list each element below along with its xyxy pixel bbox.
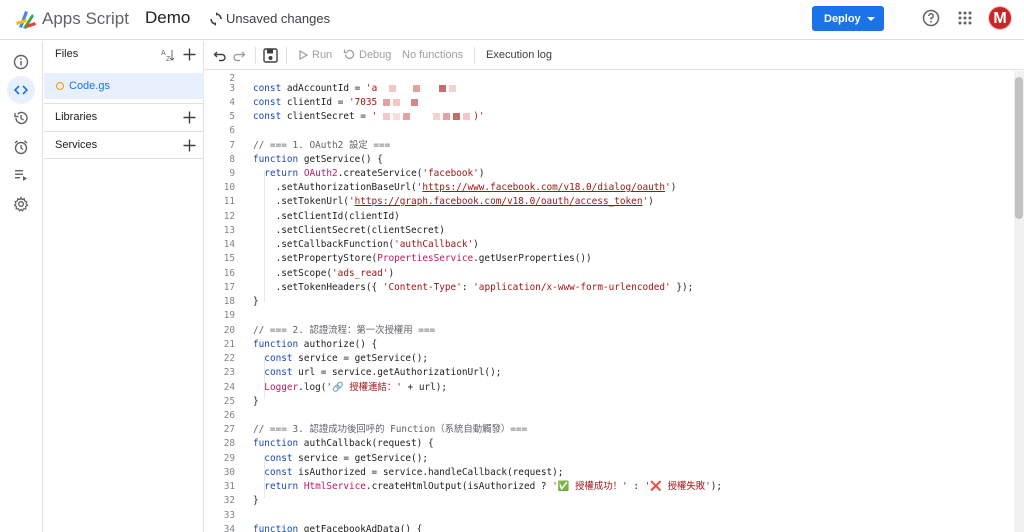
code-line: 12 .setClientId(clientId) [223, 211, 400, 222]
code-icon [13, 85, 29, 95]
services-section-header[interactable]: Services [44, 132, 204, 160]
code-line: 24 Logger.log('🔗 授權連結：' + url); [223, 382, 448, 393]
sort-az-icon[interactable]: A Z [161, 48, 175, 62]
function-select[interactable]: No functions [402, 49, 463, 61]
editor-toolbar: Run Debug No functions Execution log [205, 41, 1024, 70]
code-line: 4 const clientId = '7035 [205, 96, 1014, 110]
code-line: 17 .setTokenHeaders({ 'Content-Type': 'a… [223, 282, 694, 293]
editor-scrollbar[interactable] [1014, 71, 1024, 532]
files-title: Files [55, 48, 79, 60]
code-line: 7// === 1. OAuth2 設定 === [229, 140, 391, 151]
toolbar-separator [474, 47, 475, 64]
files-section-header: Files A Z [44, 41, 204, 69]
apps-script-logo-icon[interactable] [13, 7, 39, 33]
alarm-icon [14, 140, 28, 155]
code-line: 29 const service = getService(); [223, 453, 428, 464]
run-icon[interactable] [298, 50, 308, 60]
rail-item-triggers[interactable] [7, 133, 35, 161]
code-line: 25} [223, 396, 259, 407]
app-header: Apps Script Demo Unsaved changes Deploy … [0, 0, 1024, 40]
code-line: 19 [223, 310, 235, 321]
rail-item-executions[interactable] [7, 161, 35, 189]
add-library-plus-icon[interactable] [183, 111, 196, 124]
libraries-section-header[interactable]: Libraries [44, 104, 204, 132]
code-line: 6 [229, 125, 235, 136]
debug-button[interactable]: Debug [359, 49, 391, 61]
undo-icon[interactable] [213, 48, 227, 62]
code-line: 9 return OAuth2.createService('facebook'… [229, 168, 485, 179]
rail-item-editor[interactable] [7, 76, 35, 104]
code-line: 15 .setPropertyStore(PropertiesService.g… [223, 253, 592, 264]
code-line: 23 const url = service.getAuthorizationU… [223, 367, 502, 378]
chevron-down-icon [867, 17, 875, 21]
code-line: 11 .setTokenUrl('https://graph.facebook.… [223, 196, 654, 207]
toolbar-separator [286, 47, 287, 64]
add-file-plus-icon[interactable] [183, 48, 196, 61]
code-editor[interactable]: 2 3 const adAccountId = 'a 4 const clientI… [205, 71, 1014, 532]
code-line: 16 .setScope('ads_read') [223, 268, 395, 279]
rail-item-history[interactable] [7, 104, 35, 132]
execution-log-button[interactable]: Execution log [486, 49, 552, 61]
code-line: 22 const service = getService(); [223, 353, 428, 364]
help-icon[interactable] [922, 9, 940, 27]
divider [44, 158, 204, 159]
redo-icon[interactable] [232, 48, 246, 62]
services-title: Services [55, 139, 98, 151]
rail-item-settings[interactable] [7, 190, 35, 218]
run-button[interactable]: Run [312, 49, 332, 61]
save-icon[interactable] [263, 48, 278, 63]
toolbar-separator [255, 47, 256, 64]
project-title[interactable]: Demo [145, 7, 190, 29]
google-apps-icon[interactable] [958, 11, 972, 25]
code-line: 18} [223, 296, 259, 307]
code-line: 28 function authCallback(request) { [223, 438, 434, 449]
executions-icon [15, 170, 27, 181]
code-line: 13 .setClientSecret(clientSecret) [223, 225, 445, 236]
code-line: 30 const isAuthorized = service.handleCa… [223, 467, 564, 478]
libraries-title: Libraries [55, 111, 98, 123]
info-icon [13, 54, 29, 70]
files-panel: Files A Z Code.gs Libraries Services [44, 41, 204, 532]
code-line: 32} [223, 495, 259, 506]
code-line: 5 const clientSecret = ')' [229, 111, 485, 122]
debug-icon[interactable] [343, 48, 356, 61]
gear-icon [13, 196, 29, 212]
code-line: 3 const adAccountId = 'a [205, 82, 1014, 96]
code-line: 27// === 3. 認證成功後回呼的 Function（系統自動觸發）=== [223, 424, 528, 435]
code-line: 8 function getService() { [229, 154, 383, 165]
sync-icon [210, 12, 222, 26]
code-line: 31 return HtmlService.createHtmlOutput(i… [223, 481, 723, 492]
left-rail [0, 41, 43, 532]
file-type-icon [56, 82, 64, 90]
app-name: Apps Script [42, 9, 129, 28]
file-name: Code.gs [69, 80, 110, 92]
add-service-plus-icon[interactable] [183, 139, 196, 152]
account-avatar[interactable]: M [988, 6, 1012, 30]
code-line: 14 .setCallbackFunction('authCallback') [223, 239, 479, 250]
code-line: 20// === 2. 認證流程：第一次授權用 === [223, 325, 436, 336]
code-line: 10 .setAuthorizationBaseUrl('https://www… [223, 182, 677, 193]
code-line: 34 function getFacebookAdData() { [223, 524, 423, 532]
svg-text:Z: Z [166, 56, 171, 62]
deploy-button[interactable]: Deploy [812, 6, 884, 31]
code-line: 33 [223, 510, 235, 521]
code-line: 26 [223, 410, 235, 421]
history-icon [14, 111, 28, 125]
rail-item-overview[interactable] [7, 48, 35, 76]
file-item-code-gs[interactable]: Code.gs [44, 73, 204, 99]
code-line: 21 function authorize() { [223, 339, 378, 350]
scrollbar-thumb[interactable] [1015, 77, 1023, 219]
deploy-label: Deploy [824, 12, 861, 25]
save-status: Unsaved changes [226, 11, 331, 26]
